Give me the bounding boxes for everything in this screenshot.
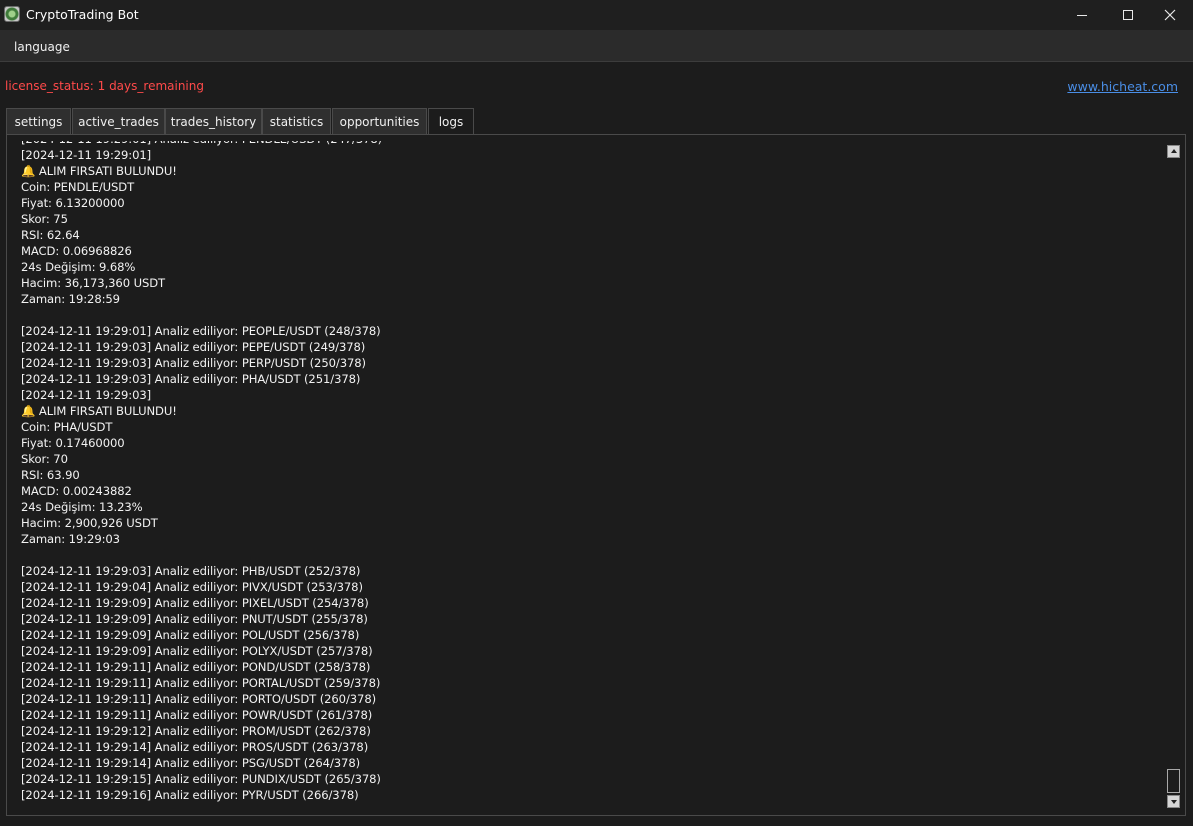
tab-logs[interactable]: logs	[428, 108, 474, 135]
log-line: [2024-12-11 19:29:09] Analiz ediliyor: P…	[21, 596, 369, 610]
log-line: [2024-12-11 19:29:04] Analiz ediliyor: P…	[21, 580, 363, 594]
log-line: [2024-12-11 19:29:01] Analiz ediliyor: P…	[21, 324, 381, 338]
menu-language[interactable]: language	[14, 40, 70, 54]
log-line: [2024-12-11 19:29:03] Analiz ediliyor: P…	[21, 564, 361, 578]
license-status: license_status: 1 days_remaining	[5, 79, 204, 93]
minimize-button[interactable]	[1059, 0, 1105, 30]
app-logo-icon	[4, 6, 20, 22]
scroll-down-button[interactable]	[1167, 795, 1180, 808]
log-line: [2024-12-11 19:29:12] Analiz ediliyor: P…	[21, 724, 371, 738]
tab-trades-history[interactable]: trades_history	[165, 108, 262, 134]
log-line: MACD: 0.00243882	[21, 484, 132, 498]
log-line: Skor: 75	[21, 212, 68, 226]
log-line: Coin: PHA/USDT	[21, 420, 113, 434]
minimize-icon	[1077, 14, 1087, 16]
maximize-icon	[1123, 10, 1133, 20]
log-line: [2024-12-11 19:29:03] Analiz ediliyor: P…	[21, 372, 361, 386]
close-icon	[1164, 9, 1176, 21]
log-line: Zaman: 19:29:03	[21, 532, 120, 546]
log-line: RSI: 63.90	[21, 468, 80, 482]
scroll-down-arrow-icon	[1171, 800, 1177, 804]
log-text-area[interactable]: [2024-12-11 19:29:01] Analiz ediliyor: P…	[15, 141, 1165, 813]
log-line: Skor: 70	[21, 452, 68, 466]
log-line: [2024-12-11 19:29:03] Analiz ediliyor: P…	[21, 340, 366, 354]
log-line: [2024-12-11 19:29:11] Analiz ediliyor: P…	[21, 660, 371, 674]
log-line: 🔔 ALIM FIRSATI BULUNDU!	[21, 164, 177, 178]
tab-settings[interactable]: settings	[6, 108, 71, 134]
log-line: [2024-12-11 19:29:11] Analiz ediliyor: P…	[21, 692, 377, 706]
window-title: CryptoTrading Bot	[26, 7, 139, 22]
title-bar: CryptoTrading Bot	[0, 0, 1193, 30]
tab-active-trades[interactable]: active_trades	[72, 108, 165, 134]
log-line: [2024-12-11 19:29:01]	[21, 148, 152, 162]
log-line: [2024-12-11 19:29:09] Analiz ediliyor: P…	[21, 644, 373, 658]
log-line: 24s Değişim: 13.23%	[21, 500, 143, 514]
scroll-up-arrow-icon	[1171, 149, 1177, 153]
log-line: MACD: 0.06968826	[21, 244, 132, 258]
log-line: 🔔 ALIM FIRSATI BULUNDU!	[21, 404, 177, 418]
log-line: [2024-12-11 19:29:14] Analiz ediliyor: P…	[21, 756, 361, 770]
log-line: [2024-12-11 19:29:09] Analiz ediliyor: P…	[21, 612, 368, 626]
log-line: Zaman: 19:28:59	[21, 292, 120, 306]
log-line: [2024-12-11 19:29:11] Analiz ediliyor: P…	[21, 676, 381, 690]
log-lines: [2024-12-11 19:29:01] Analiz ediliyor: P…	[21, 141, 382, 803]
log-line: [2024-12-11 19:29:14] Analiz ediliyor: P…	[21, 740, 369, 754]
scrollbar-thumb[interactable]	[1167, 769, 1180, 793]
log-line: Coin: PENDLE/USDT	[21, 180, 135, 194]
website-link[interactable]: www.hicheat.com	[1067, 79, 1178, 94]
log-line: [2024-12-11 19:29:15] Analiz ediliyor: P…	[21, 772, 381, 786]
log-line: Hacim: 2,900,926 USDT	[21, 516, 158, 530]
log-line: Hacim: 36,173,360 USDT	[21, 276, 166, 290]
log-line: Fiyat: 0.17460000	[21, 436, 125, 450]
log-line: [2024-12-11 19:29:16] Analiz ediliyor: P…	[21, 788, 359, 802]
vertical-scrollbar[interactable]	[1167, 143, 1181, 809]
log-line: Fiyat: 6.13200000	[21, 196, 125, 210]
log-line: [2024-12-11 19:29:03] Analiz ediliyor: P…	[21, 356, 366, 370]
logs-panel: [2024-12-11 19:29:01] Analiz ediliyor: P…	[6, 134, 1186, 816]
scroll-up-button[interactable]	[1167, 145, 1180, 158]
log-line: [2024-12-11 19:29:09] Analiz ediliyor: P…	[21, 628, 360, 642]
close-button[interactable]	[1147, 0, 1193, 30]
maximize-button[interactable]	[1105, 0, 1151, 30]
tab-opportunities[interactable]: opportunities	[332, 108, 427, 134]
tab-statistics[interactable]: statistics	[262, 108, 331, 134]
log-line: [2024-12-11 19:29:11] Analiz ediliyor: P…	[21, 708, 373, 722]
log-line: RSI: 62.64	[21, 228, 80, 242]
menu-bar: language	[0, 30, 1193, 62]
log-line: [2024-12-11 19:29:03]	[21, 388, 152, 402]
log-line: 24s Değişim: 9.68%	[21, 260, 136, 274]
